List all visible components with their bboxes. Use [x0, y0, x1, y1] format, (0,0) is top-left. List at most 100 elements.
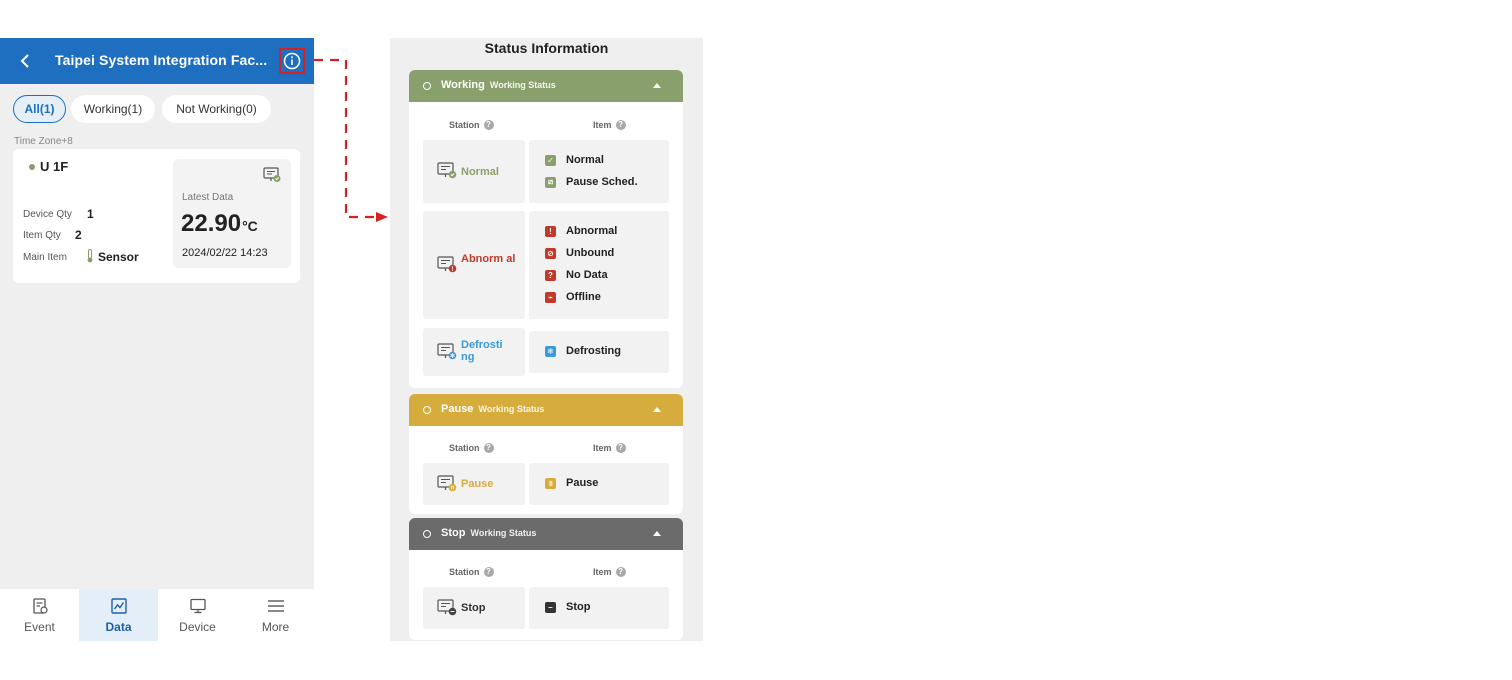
unbound-icon: ⊘: [545, 247, 556, 259]
help-icon[interactable]: ?: [483, 567, 494, 577]
normal-station-label: Normal: [461, 166, 499, 178]
filter-working-chip[interactable]: Working(1): [71, 95, 155, 123]
item-unbound-label: Unbound: [566, 247, 615, 259]
station-pause-icon: [437, 475, 457, 492]
item-pause-sched: ⧄ Pause Sched.: [545, 176, 638, 188]
status-dot: [29, 164, 35, 170]
item-col-head: Item?: [593, 567, 626, 577]
check-icon: ✓: [545, 154, 556, 166]
nav-event[interactable]: Event: [0, 589, 79, 641]
circle-icon: [423, 82, 431, 90]
stop-station-label: Stop: [461, 602, 486, 614]
item-pause-label: Pause: [566, 477, 599, 489]
item-abnormal-label: Abnormal: [566, 225, 618, 237]
defrost-item-cell: ❄ Defrosting: [529, 331, 669, 373]
event-icon: [32, 597, 48, 614]
help-icon[interactable]: ?: [615, 443, 626, 453]
page-title: Taipei System Integration Fac...: [55, 52, 268, 68]
pause-sub: Working Status: [478, 404, 545, 414]
item-no-data-label: No Data: [566, 269, 608, 281]
item-col-label: Item: [593, 567, 612, 577]
help-icon[interactable]: ?: [615, 567, 626, 577]
item-normal-label: Normal: [566, 154, 604, 166]
stop-header[interactable]: Stop Working Status: [409, 518, 683, 550]
item-offline: ⌁ Offline: [545, 291, 601, 303]
item-offline-label: Offline: [566, 291, 601, 303]
main-item-label: Main Item: [23, 252, 67, 263]
item-defrosting-label: Defrosting: [566, 345, 621, 357]
chart-icon: [110, 597, 127, 614]
caret-up-icon: [653, 407, 661, 412]
filter-not-working-chip[interactable]: Not Working(0): [162, 95, 271, 123]
item-col-label: Item: [593, 120, 612, 130]
nav-device[interactable]: Device: [158, 589, 237, 641]
stop-station-cell: Stop: [423, 587, 525, 629]
working-header-text: Working Working Status: [441, 79, 556, 91]
item-col-label: Item: [593, 443, 612, 453]
item-abnormal: ! Abnormal: [545, 225, 617, 237]
circle-icon: [423, 530, 431, 538]
latest-data-label: Latest Data: [182, 192, 234, 203]
item-pause-sched-label: Pause Sched.: [566, 176, 638, 188]
offline-icon: ⌁: [545, 291, 556, 303]
working-header[interactable]: Working Working Status: [409, 70, 683, 102]
nav-device-label: Device: [179, 619, 216, 634]
help-icon[interactable]: ?: [483, 120, 494, 130]
caret-up-icon: [653, 83, 661, 88]
device-qty-value: 1: [87, 207, 94, 221]
status-info-title: Status Information: [484, 40, 609, 56]
latest-data-box: Latest Data 22.90°C 2024/02/22 14:23: [173, 159, 291, 268]
stop-icon: –: [545, 601, 556, 613]
bottom-navigation: Event Data Device More: [0, 589, 314, 641]
device-qty-label: Device Qty: [23, 209, 72, 220]
station-normal-icon: [437, 162, 457, 179]
item-stop: – Stop: [545, 601, 590, 613]
station-defrost-icon: [437, 343, 457, 360]
caret-up-icon: [653, 531, 661, 536]
info-icon: [283, 52, 301, 70]
nav-data-label: Data: [105, 619, 132, 634]
normal-station-cell: Normal: [423, 140, 525, 203]
stop-name: Stop: [441, 527, 466, 539]
callout-arrow: [314, 58, 388, 222]
timezone-label: Time Zone+8: [14, 136, 73, 147]
menu-icon: [267, 599, 284, 612]
pause-sched-icon: ⧄: [545, 176, 556, 188]
help-icon[interactable]: ?: [483, 443, 494, 453]
working-sub: Working Status: [489, 80, 556, 90]
back-button[interactable]: [12, 48, 38, 74]
item-normal: ✓ Normal: [545, 154, 604, 166]
filter-all-chip[interactable]: All(1): [13, 95, 66, 123]
item-stop-label: Stop: [566, 601, 591, 613]
latest-data-date: 2024/02/22 14:23: [182, 247, 268, 259]
latest-value-unit: °C: [242, 218, 258, 234]
station-col-label: Station: [449, 567, 480, 577]
help-icon[interactable]: ?: [615, 120, 626, 130]
abnormal-station-label: Abnorm al: [461, 253, 516, 265]
station-stop-icon: [437, 599, 457, 616]
abnormal-items-cell: ! Abnormal ⊘ Unbound ? No Data ⌁ Offline: [529, 211, 669, 319]
stop-sub: Working Status: [470, 528, 537, 538]
item-qty-value: 2: [75, 228, 82, 242]
nav-more[interactable]: More: [237, 589, 314, 641]
working-section: Working Working Status Station? Item? No…: [409, 70, 683, 388]
circle-icon: [423, 406, 431, 414]
nav-data[interactable]: Data: [79, 589, 158, 641]
snowflake-icon: ❄: [545, 345, 556, 357]
question-icon: ?: [545, 269, 556, 281]
item-no-data: ? No Data: [545, 269, 608, 281]
pause-item-cell: ॥ Pause: [529, 463, 669, 505]
pause-icon: ॥: [545, 477, 556, 489]
pause-header-text: Pause Working Status: [441, 403, 544, 415]
station-col-head: Station?: [449, 567, 494, 577]
status-info-panel: Status Information Working Working Statu…: [390, 38, 703, 641]
pause-header[interactable]: Pause Working Status: [409, 394, 683, 426]
station-col-head: Station?: [449, 120, 494, 130]
pause-name: Pause: [441, 403, 474, 415]
main-item-value: Sensor: [98, 250, 139, 264]
item-unbound: ⊘ Unbound: [545, 247, 614, 259]
location-card[interactable]: U 1F Device Qty 1 Item Qty 2 Main Item S…: [13, 149, 300, 283]
normal-items-cell: ✓ Normal ⧄ Pause Sched.: [529, 140, 669, 203]
station-abnormal-icon: [437, 256, 457, 273]
chevron-left-icon: [20, 54, 29, 68]
